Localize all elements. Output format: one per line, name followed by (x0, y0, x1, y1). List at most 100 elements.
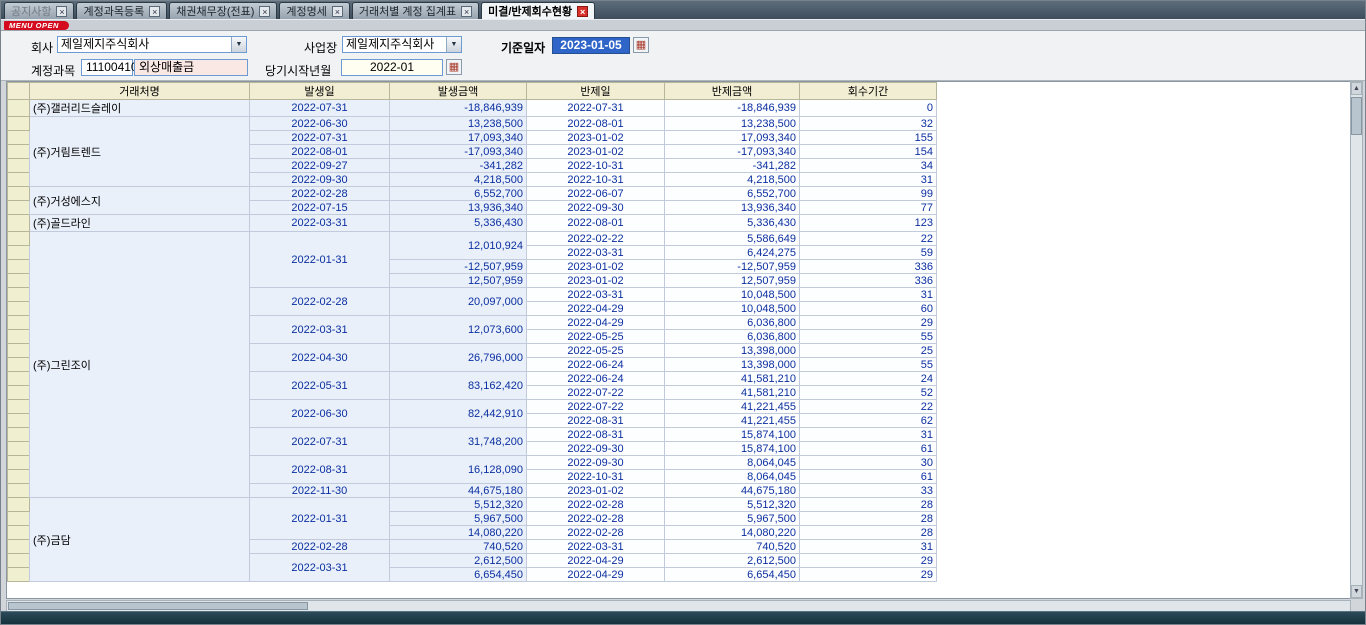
period-start-input[interactable]: 2022-01 (341, 59, 443, 76)
occur-date-cell[interactable]: 2022-06-30 (250, 400, 390, 428)
chevron-down-icon[interactable]: ▼ (231, 37, 246, 52)
collect-period-cell[interactable]: 29 (800, 554, 937, 568)
collect-period-cell[interactable]: 29 (800, 316, 937, 330)
settle-date-cell[interactable]: 2022-04-29 (527, 302, 665, 316)
collect-period-cell[interactable]: 28 (800, 498, 937, 512)
occur-date-cell[interactable]: 2022-03-31 (250, 316, 390, 344)
column-header[interactable]: 반제일 (527, 83, 665, 100)
row-selector[interactable] (8, 288, 30, 302)
occur-amount-cell[interactable]: 20,097,000 (390, 288, 527, 316)
column-header[interactable]: 발생일 (250, 83, 390, 100)
occur-amount-cell[interactable]: 14,080,220 (390, 526, 527, 540)
calendar-icon[interactable]: ▦ (633, 37, 649, 53)
settle-date-cell[interactable]: 2022-04-29 (527, 568, 665, 582)
occur-amount-cell[interactable]: -341,282 (390, 159, 527, 173)
collect-period-cell[interactable]: 77 (800, 201, 937, 215)
row-selector[interactable] (8, 100, 30, 117)
settle-amount-cell[interactable]: 41,581,210 (665, 386, 800, 400)
settle-date-cell[interactable]: 2022-06-24 (527, 358, 665, 372)
customer-cell[interactable]: (주)거성에스지 (30, 187, 250, 215)
collect-period-cell[interactable]: 33 (800, 484, 937, 498)
collect-period-cell[interactable]: 336 (800, 274, 937, 288)
customer-cell[interactable]: (주)금담 (30, 498, 250, 582)
occur-amount-cell[interactable]: 6,552,700 (390, 187, 527, 201)
row-selector[interactable] (8, 159, 30, 173)
collect-period-cell[interactable]: 28 (800, 526, 937, 540)
occur-amount-cell[interactable]: 12,010,924 (390, 232, 527, 260)
settle-amount-cell[interactable]: 2,612,500 (665, 554, 800, 568)
row-selector[interactable] (8, 131, 30, 145)
row-selector[interactable] (8, 386, 30, 400)
collect-period-cell[interactable]: 62 (800, 414, 937, 428)
settle-date-cell[interactable]: 2023-01-02 (527, 274, 665, 288)
settle-amount-cell[interactable]: 6,552,700 (665, 187, 800, 201)
collect-period-cell[interactable]: 55 (800, 358, 937, 372)
collect-period-cell[interactable]: 31 (800, 173, 937, 187)
collect-period-cell[interactable]: 31 (800, 540, 937, 554)
settle-amount-cell[interactable]: 10,048,500 (665, 288, 800, 302)
occur-date-cell[interactable]: 2022-07-31 (250, 428, 390, 456)
tab-close-icon[interactable]: × (149, 6, 160, 17)
occur-date-cell[interactable]: 2022-09-27 (250, 159, 390, 173)
occur-date-cell[interactable]: 2022-01-31 (250, 232, 390, 288)
settle-date-cell[interactable]: 2022-04-29 (527, 554, 665, 568)
calendar-icon[interactable]: ▦ (446, 59, 462, 75)
settle-amount-cell[interactable]: 8,064,045 (665, 456, 800, 470)
settle-date-cell[interactable]: 2023-01-02 (527, 484, 665, 498)
settle-amount-cell[interactable]: 13,398,000 (665, 358, 800, 372)
customer-cell[interactable]: (주)갤러리드슬레이 (30, 100, 250, 117)
occur-amount-cell[interactable]: 31,748,200 (390, 428, 527, 456)
settle-date-cell[interactable]: 2023-01-02 (527, 131, 665, 145)
occur-amount-cell[interactable]: 12,073,600 (390, 316, 527, 344)
collect-period-cell[interactable]: 22 (800, 232, 937, 246)
row-selector[interactable] (8, 215, 30, 232)
settle-date-cell[interactable]: 2022-10-31 (527, 470, 665, 484)
occur-amount-cell[interactable]: 16,128,090 (390, 456, 527, 484)
row-selector[interactable] (8, 330, 30, 344)
row-selector[interactable] (8, 201, 30, 215)
tab-item[interactable]: 거래처별 계정 집계표× (352, 2, 479, 19)
collect-period-cell[interactable]: 0 (800, 100, 937, 117)
occur-date-cell[interactable]: 2022-09-30 (250, 173, 390, 187)
row-selector[interactable] (8, 554, 30, 568)
row-selector[interactable] (8, 484, 30, 498)
settle-date-cell[interactable]: 2022-10-31 (527, 159, 665, 173)
row-selector[interactable] (8, 316, 30, 330)
settle-date-cell[interactable]: 2022-07-22 (527, 386, 665, 400)
settle-amount-cell[interactable]: -12,507,959 (665, 260, 800, 274)
occur-amount-cell[interactable]: 6,654,450 (390, 568, 527, 582)
settle-date-cell[interactable]: 2022-04-29 (527, 316, 665, 330)
vertical-scrollbar[interactable]: ▲ ▼ (1350, 81, 1363, 599)
collect-period-cell[interactable]: 34 (800, 159, 937, 173)
occur-date-cell[interactable]: 2022-05-31 (250, 372, 390, 400)
occur-amount-cell[interactable]: 26,796,000 (390, 344, 527, 372)
collect-period-cell[interactable]: 22 (800, 400, 937, 414)
horizontal-scroll-thumb[interactable] (8, 602, 308, 610)
account-name-field[interactable]: 외상매출금 (134, 59, 248, 76)
settle-amount-cell[interactable]: 8,064,045 (665, 470, 800, 484)
occur-date-cell[interactable]: 2022-06-30 (250, 117, 390, 131)
occur-amount-cell[interactable]: 5,336,430 (390, 215, 527, 232)
collect-period-cell[interactable]: 25 (800, 344, 937, 358)
collect-period-cell[interactable]: 155 (800, 131, 937, 145)
occur-amount-cell[interactable]: 83,162,420 (390, 372, 527, 400)
occur-amount-cell[interactable]: -12,507,959 (390, 260, 527, 274)
row-selector[interactable] (8, 568, 30, 582)
collect-period-cell[interactable]: 154 (800, 145, 937, 159)
tab-item[interactable]: 계정과목등록× (76, 2, 167, 19)
row-selector[interactable] (8, 145, 30, 159)
settle-date-cell[interactable]: 2022-05-25 (527, 330, 665, 344)
occur-date-cell[interactable]: 2022-07-31 (250, 100, 390, 117)
settle-date-cell[interactable]: 2022-03-31 (527, 246, 665, 260)
settle-amount-cell[interactable]: 41,221,455 (665, 400, 800, 414)
settle-amount-cell[interactable]: 5,586,649 (665, 232, 800, 246)
row-selector[interactable] (8, 442, 30, 456)
settle-amount-cell[interactable]: 12,507,959 (665, 274, 800, 288)
occur-amount-cell[interactable]: 13,936,340 (390, 201, 527, 215)
customer-cell[interactable]: (주)그린조이 (30, 232, 250, 498)
occur-date-cell[interactable]: 2022-08-01 (250, 145, 390, 159)
occur-amount-cell[interactable]: 4,218,500 (390, 173, 527, 187)
collect-period-cell[interactable]: 31 (800, 288, 937, 302)
settle-amount-cell[interactable]: 5,967,500 (665, 512, 800, 526)
row-selector[interactable] (8, 498, 30, 512)
